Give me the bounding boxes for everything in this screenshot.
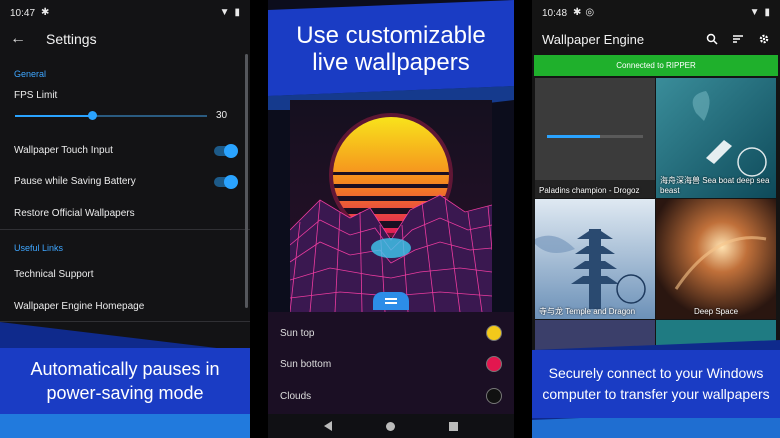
fps-slider[interactable] — [15, 111, 207, 120]
wallpaper-tile-sea-boat[interactable]: 海舟深海兽 Sea boat deep sea beast — [656, 78, 776, 198]
touch-input-label: Wallpaper Touch Input — [14, 145, 113, 156]
caption-banner: Securely connect to your Windows compute… — [532, 350, 780, 418]
caption-line-2: computer to transfer your wallpapers — [542, 386, 770, 402]
caption-banner: Automatically pauses in power-saving mod… — [0, 348, 250, 414]
settings-screen: 10:47 ✱ ▼ ▮ ← Settings General FPS Limit… — [0, 0, 250, 438]
wifi-icon: ▼ — [749, 7, 760, 18]
color-swatch[interactable] — [486, 356, 502, 372]
section-header-general: General — [14, 69, 47, 79]
customize-screen: Use customizable live wallpapers Sun top… — [268, 0, 514, 438]
wallpaper-title: Deep Space — [693, 307, 739, 316]
system-nav-bar — [268, 414, 514, 438]
sort-icon[interactable] — [732, 33, 744, 45]
connection-status-banner: Connected to RIPPER — [534, 55, 778, 76]
scrollbar[interactable] — [245, 54, 248, 308]
search-icon[interactable] — [706, 33, 718, 45]
caption-line-1: Automatically pauses in — [30, 359, 220, 379]
homepage-link[interactable]: Wallpaper Engine Homepage — [14, 301, 144, 312]
fps-limit-label: FPS Limit — [14, 90, 58, 101]
gear-icon: ✱ — [41, 7, 50, 18]
status-bar: 10:48 ✱ ◎ ▼ ▮ — [532, 0, 780, 26]
wallpaper-title: 寺与龙 Temple and Dragon — [539, 307, 636, 316]
toggle-knob — [224, 144, 238, 158]
loading-bar-fill — [547, 135, 600, 138]
color-label: Sun bottom — [280, 358, 332, 370]
caption-line-1: Securely connect to your Windows — [548, 365, 764, 381]
technical-support-link[interactable]: Technical Support — [14, 269, 94, 280]
fps-slider-fill — [15, 115, 92, 117]
synthwave-wallpaper-preview — [290, 100, 492, 312]
wallpaper-title: Paladins champion - Drogoz — [539, 186, 640, 195]
nav-back-icon[interactable] — [324, 421, 332, 431]
wallpaper-browser-screen: 10:48 ✱ ◎ ▼ ▮ Wallpaper Engine Connected… — [532, 0, 780, 438]
fps-slider-thumb[interactable] — [87, 111, 97, 120]
wallpaper-thumbnail — [656, 199, 776, 319]
gear-icon: ✱ — [573, 7, 582, 18]
wallpaper-tile-temple-dragon[interactable]: 寺与龙 Temple and Dragon — [535, 199, 655, 319]
nav-home-icon[interactable] — [386, 421, 395, 431]
color-swatch[interactable] — [486, 325, 502, 341]
color-label: Sun top — [280, 327, 315, 339]
back-arrow-icon[interactable]: ← — [10, 30, 34, 48]
settings-gear-icon[interactable] — [758, 33, 770, 45]
app-bar: Wallpaper Engine — [532, 26, 780, 52]
wallpaper-thumbnail — [535, 199, 655, 319]
wallpaper-tile-deep-space[interactable]: Deep Space — [656, 199, 776, 319]
wallpaper-title: 海舟深海兽 Sea boat deep sea beast — [660, 176, 770, 195]
pause-battery-toggle[interactable] — [214, 175, 238, 189]
sync-icon: ◎ — [585, 7, 595, 18]
divider — [0, 229, 250, 230]
loading-bar — [547, 135, 643, 138]
section-header-useful-links: Useful Links — [14, 243, 64, 253]
wallpaper-tile-paladins[interactable]: Paladins champion - Drogoz — [535, 78, 655, 198]
color-row-sun-top[interactable]: Sun top — [268, 318, 514, 348]
pause-battery-label: Pause while Saving Battery — [14, 176, 136, 187]
battery-icon: ▮ — [234, 7, 240, 18]
toggle-knob — [224, 175, 238, 189]
restore-wallpapers-item[interactable]: Restore Official Wallpapers — [14, 208, 135, 219]
drag-handle-icon — [385, 298, 397, 304]
headline: Use customizable live wallpapers — [268, 22, 514, 76]
drawer-handle[interactable] — [373, 292, 409, 310]
caption-line-2: power-saving mode — [46, 383, 204, 403]
app-title: Wallpaper Engine — [542, 31, 645, 47]
touch-input-toggle[interactable] — [214, 144, 238, 158]
headline-line-1: Use customizable — [296, 22, 486, 49]
headline-line-2: live wallpapers — [312, 49, 470, 76]
color-label: Clouds — [280, 390, 312, 402]
color-swatch[interactable] — [486, 388, 502, 404]
status-time: 10:48 — [542, 7, 568, 19]
wifi-icon: ▼ — [219, 7, 230, 18]
page-title: Settings — [46, 31, 97, 47]
fps-value: 30 — [216, 110, 228, 121]
app-bar: ← Settings — [0, 26, 250, 52]
status-time: 10:47 — [10, 7, 36, 19]
status-bar: 10:47 ✱ ▼ ▮ — [0, 0, 250, 26]
nav-recents-icon[interactable] — [449, 421, 458, 431]
color-settings-panel: Sun top Sun bottom Clouds — [268, 312, 514, 414]
color-row-sun-bottom[interactable]: Sun bottom — [268, 349, 514, 379]
battery-icon: ▮ — [764, 7, 770, 18]
color-row-clouds[interactable]: Clouds — [268, 381, 514, 411]
